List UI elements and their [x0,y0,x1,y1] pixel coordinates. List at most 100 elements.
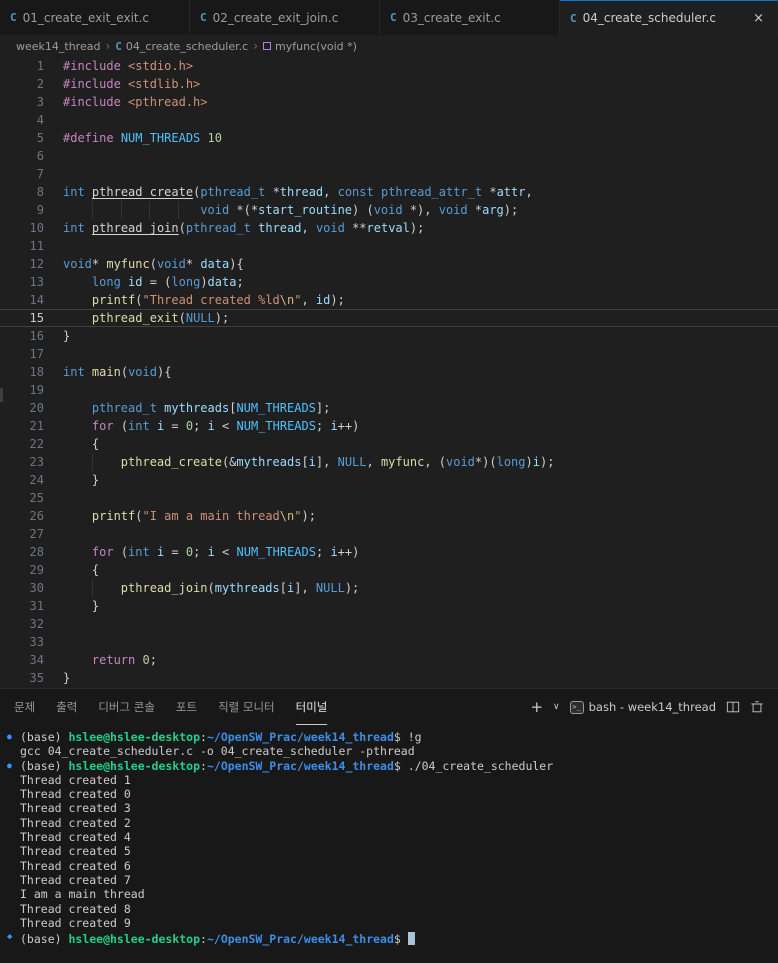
line-number[interactable]: 19 [0,382,44,398]
panel-tab-3[interactable]: 디버그 콘솔 [98,689,155,725]
command-decoration-icon[interactable]: ● [7,759,20,773]
line-number[interactable]: 29 [0,562,44,578]
line-number[interactable]: 7 [0,166,44,182]
code-line[interactable]: 21 for (int i = 0; i < NUM_THREADS; i++) [0,417,778,435]
code-line[interactable]: 35} [0,669,778,687]
terminal-output[interactable]: ● (base) hslee@hslee-desktop:~/OpenSW_Pra… [0,725,778,963]
panel-tab-2[interactable]: 출력 [56,689,77,725]
code-line[interactable]: 30 pthread_join(mythreads[i], NULL); [0,579,778,597]
line-number[interactable]: 22 [0,436,44,452]
code-line[interactable]: 1 #include <stdio.h> [0,57,778,75]
line-number[interactable]: 28 [0,544,44,560]
code-text: int pthread_join(pthread_t thread, void … [63,221,425,235]
line-number[interactable]: 35 [0,670,44,686]
line-number[interactable]: 5 [0,130,44,146]
panel-tab-1[interactable]: 문제 [14,689,35,725]
code-line[interactable]: 32 [0,615,778,633]
line-number[interactable]: 8 [0,184,44,200]
line-number[interactable]: 6 [0,148,44,164]
editor-tab-4[interactable]: C 04_create_scheduler.c × [560,0,778,35]
panel-tab-6[interactable]: 터미널 [295,689,328,725]
terminal-line: ● (base) hslee@hslee-desktop:~/OpenSW_Pra… [7,730,778,744]
code-line[interactable]: 4 [0,111,778,129]
code-line[interactable]: 8 int pthread_create(pthread_t *thread, c… [0,183,778,201]
line-number[interactable]: 12 [0,256,44,272]
code-line[interactable]: 2 #include <stdlib.h> [0,75,778,93]
code-line[interactable]: 9 void *(*start_routine) (void *), void … [0,201,778,219]
editor-tab-2[interactable]: C 02_create_exit_join.c [190,0,380,35]
line-number[interactable]: 16 [0,328,44,344]
code-text: pthread_create(&mythreads[i], NULL, myfu… [63,453,778,471]
code-line[interactable]: 27 [0,525,778,543]
line-number[interactable]: 13 [0,274,44,290]
new-terminal-button[interactable]: + [530,699,543,715]
line-number[interactable]: 26 [0,508,44,524]
line-number[interactable]: 24 [0,472,44,488]
line-number[interactable]: 30 [0,580,44,596]
code-line[interactable]: 14 printf("Thread created %ld\n", id); [0,291,778,309]
line-number[interactable]: 20 [0,400,44,416]
line-number[interactable]: 17 [0,346,44,362]
code-line[interactable]: 31 } [0,597,778,615]
line-number[interactable]: 23 [0,454,44,470]
code-line[interactable]: 18 int main(void){ [0,363,778,381]
code-line[interactable]: 13 long id = (long)data; [0,273,778,291]
line-number[interactable]: 9 [0,202,44,218]
code-text: printf("Thread created %ld\n", id); [91,293,345,307]
code-line[interactable]: 15 pthread_exit(NULL); [0,309,778,327]
code-line[interactable]: 10 int pthread_join(pthread_t thread, voi… [0,219,778,237]
code-line[interactable]: 5 #define NUM_THREADS 10 [0,129,778,147]
breadcrumb-file[interactable]: C 04_create_scheduler.c [115,40,248,53]
terminal-session-item[interactable]: >_ bash - week14_thread [569,700,716,714]
line-number[interactable]: 21 [0,418,44,434]
code-line[interactable]: 16} [0,327,778,345]
terminal-text: (base) hslee@hslee-desktop:~/OpenSW_Prac… [20,730,422,744]
code-line[interactable]: 29 { [0,561,778,579]
split-terminal-icon[interactable] [726,700,740,714]
code-line[interactable]: 3 #include <pthread.h> [0,93,778,111]
code-line[interactable]: 25 [0,489,778,507]
line-number[interactable]: 3 [0,94,44,110]
line-number[interactable]: 27 [0,526,44,542]
kill-terminal-icon[interactable] [750,700,764,714]
code-line[interactable]: 7 [0,165,778,183]
code-line[interactable]: 22 { [0,435,778,453]
breadcrumb-symbol[interactable]: myfunc(void *) [263,40,357,53]
line-number[interactable]: 4 [0,112,44,128]
line-number[interactable]: 11 [0,238,44,254]
code-editor[interactable]: 1 #include <stdio.h> 2 #include <stdlib.h> 3… [0,57,778,688]
code-line[interactable]: 6 [0,147,778,165]
line-number[interactable]: 2 [0,76,44,92]
line-number[interactable]: 18 [0,364,44,380]
panel-tab-5[interactable]: 직렬 모니터 [218,689,275,725]
line-number[interactable]: 1 [0,58,44,74]
editor-tab-3[interactable]: C 03_create_exit.c [380,0,560,35]
line-number[interactable]: 32 [0,616,44,632]
terminal-text: Thread created 6 [20,858,131,873]
panel-tab-4[interactable]: 포트 [176,689,197,725]
code-line[interactable]: 19 [0,381,778,399]
breadcrumb-folder[interactable]: week14_thread [16,40,100,53]
code-line[interactable]: 17 [0,345,778,363]
close-tab-icon[interactable]: × [750,11,767,26]
code-line[interactable]: 34 return 0; [0,651,778,669]
code-line[interactable]: 26 printf("I am a main thread\n"); [0,507,778,525]
editor-tab-1[interactable]: C 01_create_exit_exit.c [0,0,190,35]
code-line[interactable]: 11 [0,237,778,255]
code-line[interactable]: 12 void* myfunc(void* data){ [0,255,778,273]
line-number[interactable]: 34 [0,652,44,668]
code-line[interactable]: 33 [0,633,778,651]
code-line[interactable]: 20 pthread_t mythreads[NUM_THREADS]; [0,399,778,417]
code-line[interactable]: 24 } [0,471,778,489]
command-decoration-icon[interactable]: ◆ [7,930,20,944]
line-number[interactable]: 10 [0,220,44,236]
line-number[interactable]: 15 [0,310,44,326]
line-number[interactable]: 14 [0,292,44,308]
line-number[interactable]: 25 [0,490,44,506]
line-number[interactable]: 33 [0,634,44,650]
line-number[interactable]: 31 [0,598,44,614]
command-decoration-icon[interactable]: ● [7,730,20,744]
code-line[interactable]: 28 for (int i = 0; i < NUM_THREADS; i++) [0,543,778,561]
code-line[interactable]: 23 pthread_create(&mythreads[i], NULL, m… [0,453,778,471]
terminal-dropdown-chevron-icon[interactable]: ∨ [553,702,560,712]
